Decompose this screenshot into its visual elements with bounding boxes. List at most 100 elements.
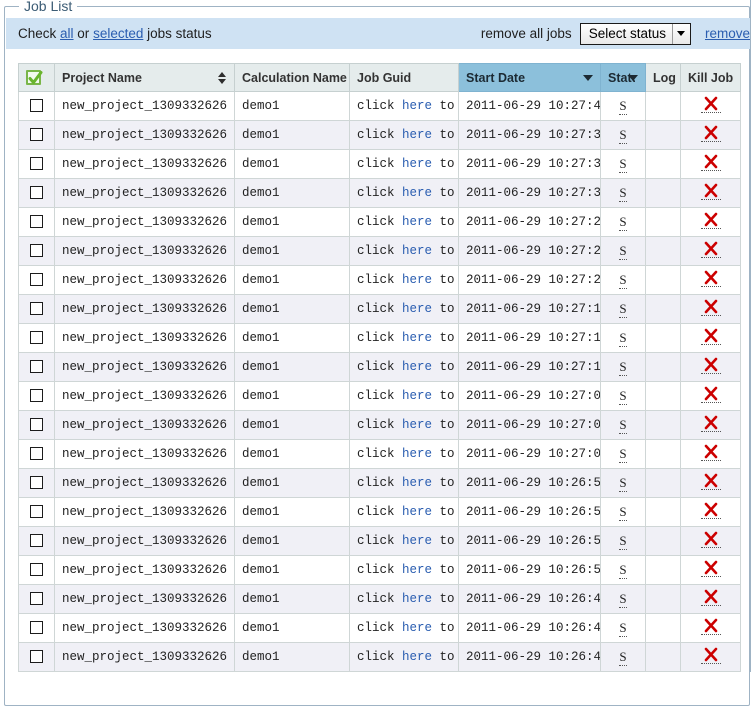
- header-kill-job[interactable]: Kill Job: [680, 63, 741, 92]
- red-x-icon[interactable]: [700, 357, 721, 374]
- red-x-icon[interactable]: [700, 560, 721, 577]
- red-x-icon[interactable]: [700, 299, 721, 316]
- header-select-all[interactable]: [18, 63, 55, 92]
- row-select-checkbox[interactable]: [30, 592, 43, 606]
- row-select-cell[interactable]: [18, 294, 55, 324]
- status-badge[interactable]: S: [619, 359, 627, 376]
- status-badge[interactable]: S: [619, 562, 627, 579]
- status-badge[interactable]: S: [619, 330, 627, 347]
- cell-kill-job[interactable]: [680, 323, 741, 353]
- header-job-guid[interactable]: Job Guid: [349, 63, 459, 92]
- cell-kill-job[interactable]: [680, 526, 741, 556]
- row-select-cell[interactable]: [18, 207, 55, 237]
- header-start-date[interactable]: Start Date: [458, 63, 601, 92]
- status-select[interactable]: Select status: [579, 22, 691, 45]
- cell-kill-job[interactable]: [680, 381, 741, 411]
- job-guid-link[interactable]: here: [402, 273, 432, 287]
- job-guid-link[interactable]: here: [402, 621, 432, 635]
- status-badge[interactable]: S: [619, 272, 627, 289]
- red-x-icon[interactable]: [700, 212, 721, 229]
- row-select-checkbox[interactable]: [30, 331, 43, 345]
- cell-kill-job[interactable]: [680, 265, 741, 295]
- red-x-icon[interactable]: [700, 386, 721, 403]
- cell-kill-job[interactable]: [680, 613, 741, 643]
- row-select-checkbox[interactable]: [30, 476, 43, 490]
- header-status[interactable]: Status: [600, 63, 646, 92]
- red-x-icon[interactable]: [700, 589, 721, 606]
- job-guid-link[interactable]: here: [402, 476, 432, 490]
- row-select-cell[interactable]: [18, 352, 55, 382]
- cell-kill-job[interactable]: [680, 497, 741, 527]
- red-x-icon[interactable]: [700, 647, 721, 664]
- cell-kill-job[interactable]: [680, 468, 741, 498]
- header-project-name[interactable]: Project Name: [54, 63, 235, 92]
- status-badge[interactable]: S: [619, 475, 627, 492]
- row-select-checkbox[interactable]: [30, 563, 43, 577]
- row-select-checkbox[interactable]: [30, 244, 43, 258]
- row-select-checkbox[interactable]: [30, 418, 43, 432]
- row-select-checkbox[interactable]: [30, 273, 43, 287]
- status-badge[interactable]: S: [619, 98, 627, 115]
- row-select-checkbox[interactable]: [30, 186, 43, 200]
- cell-kill-job[interactable]: [680, 236, 741, 266]
- cell-kill-job[interactable]: [680, 91, 741, 121]
- cell-kill-job[interactable]: [680, 294, 741, 324]
- row-select-checkbox[interactable]: [30, 447, 43, 461]
- row-select-checkbox[interactable]: [30, 99, 43, 113]
- red-x-icon[interactable]: [700, 96, 721, 113]
- cell-kill-job[interactable]: [680, 149, 741, 179]
- job-guid-link[interactable]: here: [402, 128, 432, 142]
- cell-kill-job[interactable]: [680, 178, 741, 208]
- status-badge[interactable]: S: [619, 591, 627, 608]
- row-select-cell[interactable]: [18, 497, 55, 527]
- row-select-checkbox[interactable]: [30, 157, 43, 171]
- red-x-icon[interactable]: [700, 270, 721, 287]
- row-select-cell[interactable]: [18, 584, 55, 614]
- row-select-cell[interactable]: [18, 323, 55, 353]
- status-badge[interactable]: S: [619, 417, 627, 434]
- select-all-checkbox-icon[interactable]: [26, 70, 43, 86]
- status-badge[interactable]: S: [619, 156, 627, 173]
- red-x-icon[interactable]: [700, 618, 721, 635]
- row-select-cell[interactable]: [18, 381, 55, 411]
- red-x-icon[interactable]: [700, 502, 721, 519]
- remove-link[interactable]: remove: [705, 26, 750, 41]
- row-select-checkbox[interactable]: [30, 621, 43, 635]
- cell-kill-job[interactable]: [680, 120, 741, 150]
- row-select-cell[interactable]: [18, 526, 55, 556]
- row-select-checkbox[interactable]: [30, 505, 43, 519]
- row-select-cell[interactable]: [18, 642, 55, 672]
- red-x-icon[interactable]: [700, 415, 721, 432]
- cell-kill-job[interactable]: [680, 642, 741, 672]
- cell-kill-job[interactable]: [680, 207, 741, 237]
- job-guid-link[interactable]: here: [402, 186, 432, 200]
- job-guid-link[interactable]: here: [402, 157, 432, 171]
- job-guid-link[interactable]: here: [402, 447, 432, 461]
- row-select-cell[interactable]: [18, 410, 55, 440]
- row-select-checkbox[interactable]: [30, 534, 43, 548]
- job-guid-link[interactable]: here: [402, 244, 432, 258]
- job-guid-link[interactable]: here: [402, 534, 432, 548]
- row-select-cell[interactable]: [18, 555, 55, 585]
- red-x-icon[interactable]: [700, 241, 721, 258]
- cell-kill-job[interactable]: [680, 410, 741, 440]
- row-select-cell[interactable]: [18, 265, 55, 295]
- job-guid-link[interactable]: here: [402, 331, 432, 345]
- status-badge[interactable]: S: [619, 504, 627, 521]
- row-select-checkbox[interactable]: [30, 389, 43, 403]
- red-x-icon[interactable]: [700, 531, 721, 548]
- status-badge[interactable]: S: [619, 214, 627, 231]
- red-x-icon[interactable]: [700, 444, 721, 461]
- row-select-cell[interactable]: [18, 236, 55, 266]
- row-select-cell[interactable]: [18, 439, 55, 469]
- row-select-cell[interactable]: [18, 120, 55, 150]
- header-calculation-name[interactable]: Calculation Name: [234, 63, 350, 92]
- job-guid-link[interactable]: here: [402, 650, 432, 664]
- status-badge[interactable]: S: [619, 185, 627, 202]
- row-select-cell[interactable]: [18, 91, 55, 121]
- job-guid-link[interactable]: here: [402, 302, 432, 316]
- row-select-checkbox[interactable]: [30, 650, 43, 664]
- cell-kill-job[interactable]: [680, 439, 741, 469]
- cell-kill-job[interactable]: [680, 584, 741, 614]
- job-guid-link[interactable]: here: [402, 563, 432, 577]
